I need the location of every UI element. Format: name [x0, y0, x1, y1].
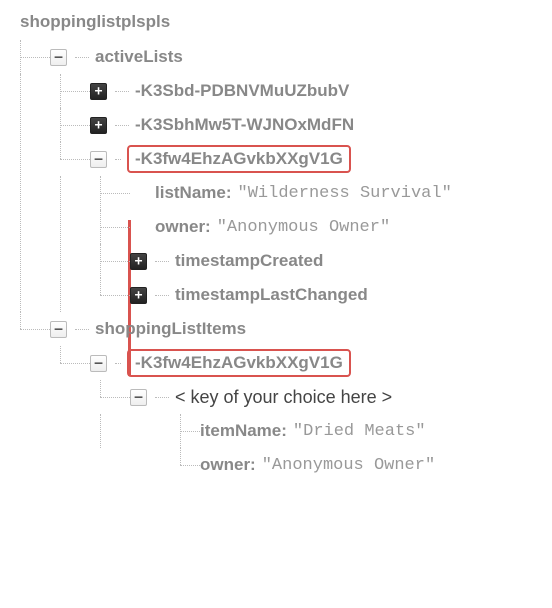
root-node-label: shoppinglistplspls: [20, 12, 542, 32]
minus-icon[interactable]: –: [130, 389, 147, 406]
sli-id-boxed[interactable]: -K3fw4EhzAGvkbXXgV1G: [127, 349, 351, 377]
plus-icon[interactable]: +: [130, 253, 147, 270]
list-id-2-boxed[interactable]: -K3fw4EhzAGvkbXXgV1G: [127, 145, 351, 173]
plus-icon[interactable]: +: [90, 83, 107, 100]
key-listName: listName:: [155, 183, 232, 203]
val-itemName: "Dried Meats": [293, 422, 426, 441]
node-activeLists[interactable]: activeLists: [95, 47, 183, 67]
minus-icon[interactable]: –: [50, 49, 67, 66]
val-owner2: "Anonymous Owner": [262, 456, 435, 475]
plus-icon[interactable]: +: [90, 117, 107, 134]
key-placeholder[interactable]: < key of your choice here >: [175, 387, 392, 408]
minus-icon[interactable]: –: [90, 151, 107, 168]
key-owner: owner:: [155, 217, 211, 237]
key-owner2: owner:: [200, 455, 256, 475]
minus-icon[interactable]: –: [50, 321, 67, 338]
node-timestampLastChanged[interactable]: timestampLastChanged: [175, 285, 368, 305]
plus-icon[interactable]: +: [130, 287, 147, 304]
key-itemName: itemName:: [200, 421, 287, 441]
node-shoppingListItems[interactable]: shoppingListItems: [95, 319, 246, 339]
val-owner: "Anonymous Owner": [217, 218, 390, 237]
val-listName: "Wilderness Survival": [238, 184, 452, 203]
list-id-1[interactable]: -K3SbhMw5T-WJNOxMdFN: [135, 115, 354, 135]
list-id-0[interactable]: -K3Sbd-PDBNVMuUZbubV: [135, 81, 349, 101]
node-timestampCreated[interactable]: timestampCreated: [175, 251, 323, 271]
minus-icon[interactable]: –: [90, 355, 107, 372]
